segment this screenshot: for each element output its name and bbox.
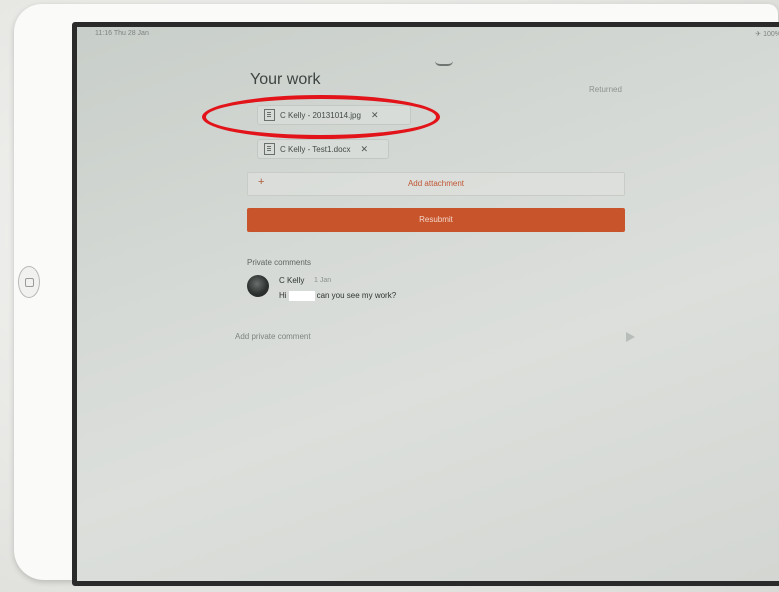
- submission-status: Returned: [589, 85, 622, 94]
- status-bar-time: 11:16 Thu 28 Jan: [95, 30, 149, 37]
- attachment-chip[interactable]: C Kelly - Test1.docx ✕: [257, 139, 389, 159]
- remove-attachment-icon[interactable]: ✕: [361, 144, 369, 155]
- red-highlight-annotation: [202, 95, 440, 139]
- redacted-name: [288, 291, 315, 301]
- home-button-icon: [25, 278, 34, 287]
- tablet-bezel: 11:16 Thu 28 Jan ✈ 100% Your work Return…: [14, 4, 779, 586]
- page-title: Your work: [250, 71, 321, 88]
- sheet-drag-handle[interactable]: [435, 61, 453, 66]
- private-comments-heading: Private comments: [247, 258, 312, 267]
- home-button[interactable]: [18, 266, 40, 298]
- status-bar-icons: ✈ 100%: [755, 31, 779, 38]
- app-screen: 11:16 Thu 28 Jan ✈ 100% Your work Return…: [72, 22, 779, 586]
- comment-text-end: can you see my work?: [316, 291, 397, 301]
- document-icon: [264, 143, 275, 155]
- comment-text-start: Hi: [279, 291, 287, 301]
- comment-text: Hi can you see my work?: [279, 291, 396, 301]
- add-attachment-button[interactable]: + Add attachment: [247, 172, 625, 196]
- comment-author: C Kelly: [279, 276, 305, 285]
- send-icon[interactable]: [626, 332, 635, 342]
- resubmit-button[interactable]: Resubmit: [247, 208, 625, 232]
- attachment-name: C Kelly - Test1.docx: [280, 144, 351, 154]
- resubmit-label: Resubmit: [419, 215, 453, 224]
- avatar: [247, 275, 269, 297]
- private-comment-input[interactable]: Add private comment: [235, 332, 311, 341]
- add-attachment-label: Add attachment: [407, 179, 465, 188]
- comment-time: 1 Jan: [314, 277, 332, 284]
